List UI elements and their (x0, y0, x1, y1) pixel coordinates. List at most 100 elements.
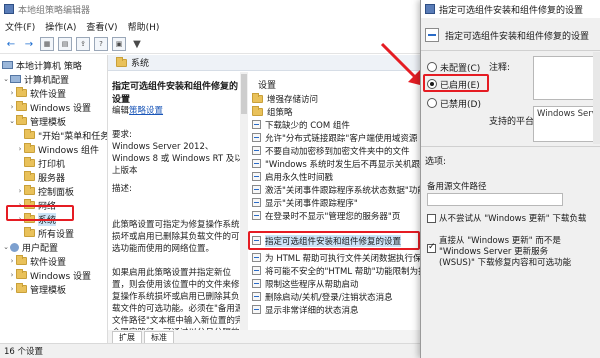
list-item[interactable]: 限制这些程序从帮助启动 (252, 277, 420, 290)
supported-platform-value: Windows Server (537, 109, 600, 119)
folder-icon (252, 92, 263, 103)
view-tabs: 扩展 标准 (108, 330, 420, 343)
tree-item-user-admin-templates[interactable]: › 管理模板 (8, 282, 66, 296)
list-item[interactable]: 显示非常详细的状态消息 (252, 303, 420, 316)
highlight-box-system (6, 205, 74, 221)
tree-item-computer-config[interactable]: ⌄ 计算机配置 (2, 72, 69, 86)
supported-platform-label: 支持的平台: (489, 117, 538, 127)
description-scrollbar[interactable] (240, 72, 248, 342)
tree-item-user-software-settings[interactable]: › 软件设置 (8, 254, 66, 268)
chevron-down-icon[interactable]: ⌄ (2, 75, 10, 83)
chevron-down-icon[interactable]: ⌄ (8, 117, 16, 125)
tree-item-admin-templates[interactable]: ⌄ 管理模板 (8, 114, 66, 128)
tree-item-printers[interactable]: 打印机 (16, 156, 65, 170)
show-properties-icon[interactable]: ▣ (112, 37, 126, 51)
back-arrow-icon[interactable]: ← (4, 37, 18, 51)
policy-setting-icon (252, 133, 261, 142)
policy-setting-icon (252, 279, 261, 288)
chevron-down-icon[interactable]: ⌄ (2, 243, 10, 251)
folder-icon (24, 129, 35, 139)
settings-column-header[interactable]: 设置 (258, 78, 276, 91)
pane-header-title: 系统 (131, 59, 150, 69)
chevron-right-icon[interactable]: › (16, 145, 24, 153)
list-item[interactable]: 组策略 (252, 105, 420, 118)
alt-source-path-input[interactable] (427, 193, 563, 206)
chevron-right-icon[interactable]: › (8, 103, 16, 111)
gpedit-app-icon (4, 4, 14, 14)
folder-icon (24, 143, 35, 153)
chevron-right-icon[interactable]: › (8, 271, 16, 279)
edit-policy-link[interactable]: 策略设置 (129, 106, 163, 116)
list-item[interactable]: "Windows 系统时发生后不再显示关机跟踪程序" (252, 157, 420, 170)
dialog-scrollbar[interactable] (593, 52, 600, 144)
list-item[interactable]: 在登录时不显示"管理您的服务器"页 (252, 209, 420, 222)
tree-item-windows-components[interactable]: › Windows 组件 (16, 142, 99, 156)
tree-item-root[interactable]: 本地计算机 策略 (2, 58, 82, 72)
folder-icon (252, 105, 263, 116)
forward-arrow-icon[interactable]: → (22, 37, 36, 51)
list-item[interactable]: 允许"分布式链接跟踪"客户端使用域资源 (252, 131, 420, 144)
checkbox[interactable] (427, 214, 436, 223)
list-item[interactable]: 下载缺少的 COM 组件 (252, 118, 420, 131)
policy-setting-icon (252, 146, 261, 155)
scrollbar-thumb[interactable] (241, 74, 247, 114)
radio-disabled[interactable]: 已禁用(D) (427, 96, 481, 110)
wu-label-line1: 直接从 "Windows 更新" 而不是 (439, 236, 561, 246)
chevron-right-icon[interactable]: › (8, 285, 16, 293)
tree-item-user-windows-settings[interactable]: › Windows 设置 (8, 268, 91, 282)
chevron-right-icon[interactable]: › (8, 257, 16, 265)
list-item[interactable]: 删除启动/关机/登录/注销状态消息 (252, 290, 420, 303)
list-item[interactable]: 增强存储访问 (252, 92, 420, 105)
navigation-tree: 本地计算机 策略 ⌄ 计算机配置 › 软件设置 › Windows 设置 ⌄ 管… (0, 55, 108, 343)
properties-icon[interactable]: ▤ (58, 37, 72, 51)
export-list-icon[interactable]: ⇪ (76, 37, 90, 51)
radio-button[interactable] (427, 62, 437, 72)
menu-help[interactable]: 帮助(H) (123, 20, 165, 33)
description-title: 指定可选组件安装和组件修复的设置 (112, 82, 239, 105)
policy-setting-icon (252, 253, 261, 262)
download-from-wu-checkbox-row[interactable]: 直接从 "Windows 更新" 而不是 "Windows Server 更新服… (427, 236, 571, 269)
chevron-right-icon[interactable]: › (8, 89, 16, 97)
tree-item-user-config[interactable]: ⌄ 用户配置 (2, 240, 58, 254)
list-item[interactable]: 不要自动加密移到加密文件夹中的文件 (252, 144, 420, 157)
tab-extended[interactable]: 扩展 (112, 331, 142, 343)
help-icon[interactable]: ? (94, 37, 108, 51)
settings-list: 设置 增强存储访问 组策略 下载缺少的 COM 组件 允许"分布式链接跟踪"客户… (248, 72, 420, 343)
policy-setting-icon (252, 159, 261, 168)
filter-icon[interactable]: ▼ (130, 37, 144, 51)
menu-view[interactable]: 查看(V) (81, 20, 122, 33)
wu-label-line3: (WSUS)" 下载修复内容和可选功能 (439, 258, 572, 268)
tree-item-server[interactable]: 服务器 (16, 170, 65, 184)
description-text: 此策略设置可指定为修复操作系统损坏或启用已删除其负载文件的可选功能而使用的网络位… (112, 220, 240, 254)
tree-item-software-settings[interactable]: › 软件设置 (8, 86, 66, 100)
description-text-2: 如果启用此策略设置并指定新位置，则会使用该位置中的文件来修复操作系统损坏或启用已… (112, 268, 244, 330)
menu-action[interactable]: 操作(A) (40, 20, 81, 33)
menu-file[interactable]: 文件(F) (0, 20, 40, 33)
list-item[interactable]: 激活"关闭事件跟踪程序系统状态数据"功能 (252, 183, 420, 196)
comment-label: 注释: (489, 63, 511, 73)
folder-icon (116, 56, 127, 67)
radio-not-configured[interactable]: 未配置(C) (427, 60, 480, 74)
list-item[interactable]: 启用永久性时间戳 (252, 170, 420, 183)
comment-field[interactable] (533, 56, 595, 100)
tab-standard[interactable]: 标准 (144, 331, 174, 343)
tree-item-windows-settings[interactable]: › Windows 设置 (8, 100, 91, 114)
list-item[interactable]: 将可能不安全的"HTML 帮助"功能限制为指定文件夹 (252, 264, 420, 277)
policy-setting-icon (252, 172, 261, 181)
show-hide-tree-icon[interactable]: ▦ (40, 37, 54, 51)
divider (421, 146, 600, 147)
tree-item-control-panel[interactable]: › 控制面板 (16, 184, 74, 198)
list-item[interactable]: 显示"关闭事件跟踪程序" (252, 196, 420, 209)
policy-setting-icon (252, 266, 261, 275)
tree-item-start-menu[interactable]: "开始"菜单和任务栏 (16, 128, 107, 142)
chevron-right-icon[interactable]: › (16, 187, 24, 195)
requirements-label: 要求: (112, 130, 132, 140)
dialog-header: 指定可选组件安装和组件修复的设置 (421, 22, 600, 48)
radio-button[interactable] (427, 98, 437, 108)
computer-icon (10, 75, 21, 83)
never-download-checkbox-row[interactable]: 从不尝试从 "Windows 更新" 下载负载 (427, 214, 586, 225)
tree-item-all-settings[interactable]: 所有设置 (16, 226, 74, 240)
list-item[interactable]: 为 HTML 帮助可执行文件关闭数据执行保护 (252, 251, 420, 264)
wu-label-line2: "Windows Server 更新服务 (439, 247, 549, 257)
checkbox-checked[interactable] (427, 242, 436, 253)
